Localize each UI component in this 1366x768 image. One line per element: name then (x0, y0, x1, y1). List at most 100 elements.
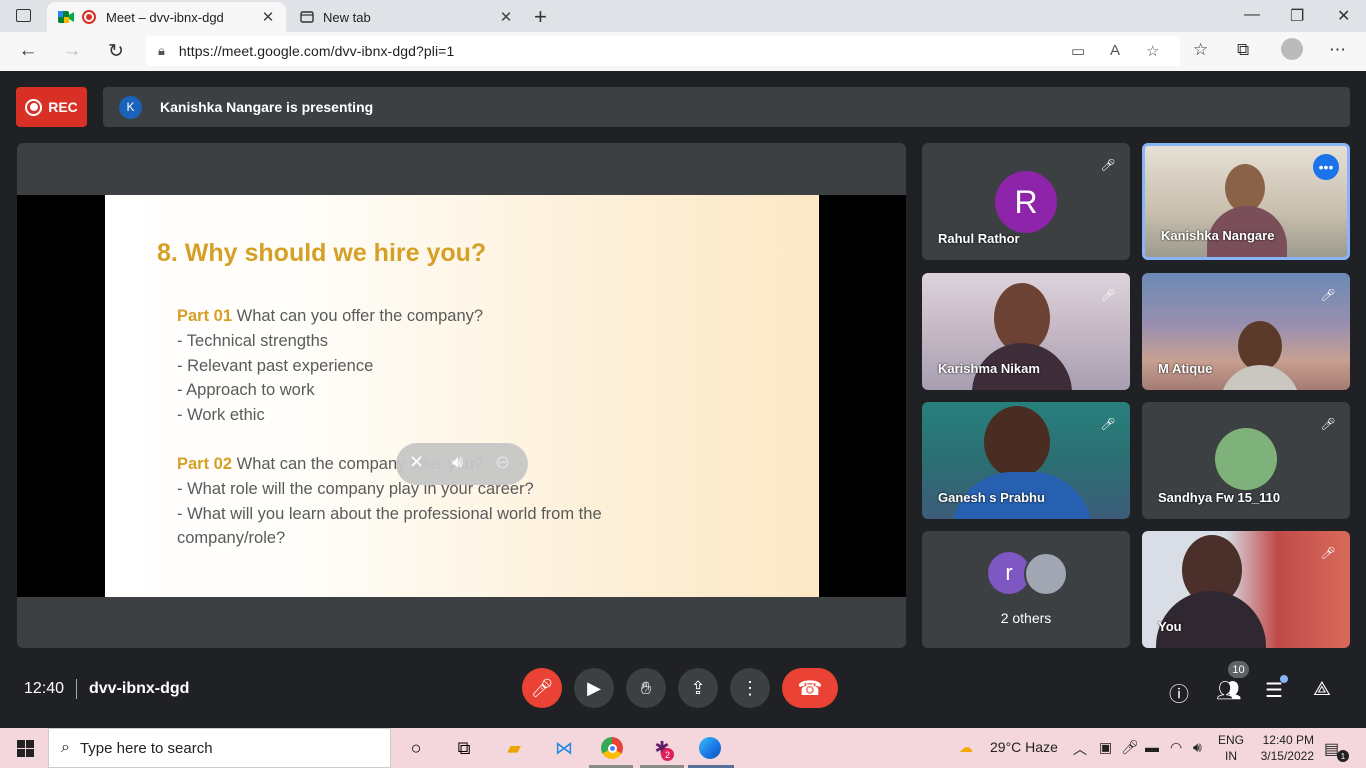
remove-icon[interactable]: ⊖ (495, 452, 510, 473)
recording-indicator-icon (82, 10, 96, 24)
read-aloud-icon[interactable]: A (1110, 42, 1120, 59)
participant-tile[interactable]: 🎤︎ Ganesh s Prabhu (922, 402, 1130, 519)
present-button[interactable]: ⇪ (678, 668, 718, 708)
clock-time: 12:40 PM (1262, 733, 1314, 747)
system-clock[interactable]: 12:40 PM 3/15/2022 (1254, 732, 1314, 764)
present-screen-icon: ⇪ (690, 677, 706, 698)
add-favorite-icon[interactable]: ☆ (1146, 42, 1159, 60)
language-indicator[interactable]: ENG IN (1218, 732, 1244, 764)
close-tab-icon[interactable]: ✕ (496, 8, 516, 26)
divider (76, 679, 77, 699)
cortana-icon[interactable]: ○ (404, 736, 428, 760)
participant-count-badge: 10 (1228, 661, 1249, 678)
weather-icon: ☁︎ (959, 739, 973, 755)
new-tab-button[interactable]: + (534, 4, 547, 30)
lock-icon: 🔒︎ (158, 43, 165, 58)
part2-item: - What will you learn about the professi… (177, 504, 602, 523)
tab-new-tab[interactable]: New tab ✕ (288, 2, 524, 32)
recording-badge[interactable]: REC (16, 87, 87, 127)
taskbar-search[interactable]: ⌕ Type here to search (48, 728, 391, 768)
volume-icon[interactable]: 🔊︎ (1193, 739, 1202, 756)
meeting-details-icon[interactable]: ⓘ (1169, 678, 1189, 707)
address-bar[interactable]: 🔒︎ https://meet.google.com/dvv-ibnx-dgd?… (146, 36, 1180, 66)
others-tile[interactable]: r 2 others (922, 531, 1130, 648)
mic-off-icon: 🎤︎ (1100, 417, 1116, 431)
favorites-icon[interactable]: ☆ (1193, 40, 1208, 60)
activities-icon[interactable]: ⟁ (1313, 678, 1331, 701)
weather-text[interactable]: 29°C Haze (990, 739, 1058, 755)
participant-tile[interactable]: 🎤︎ M Atique (1142, 273, 1350, 390)
chevron-up-icon[interactable]: ︿ (1073, 739, 1087, 759)
file-explorer-icon[interactable]: ▰ (502, 736, 526, 760)
windows-start-icon[interactable] (13, 736, 37, 760)
raise-hand-button[interactable]: ✋︎ (626, 668, 666, 708)
camera-in-use-icon[interactable]: ▭ (1071, 42, 1085, 60)
hand-icon: ✋︎ (640, 677, 652, 698)
participant-video (1238, 321, 1282, 371)
tab-actions-icon[interactable] (16, 9, 31, 22)
battery-icon[interactable]: ▬ (1145, 739, 1159, 755)
more-vert-icon: ⋮ (741, 677, 759, 698)
chrome-icon[interactable] (600, 736, 624, 760)
camera-toggle-button[interactable]: ▶ (574, 668, 614, 708)
participant-name: Ganesh s Prabhu (938, 490, 1045, 505)
mic-off-icon: 🎤︎ (1320, 417, 1336, 431)
part1-item: - Work ethic (177, 406, 265, 425)
notification-count: 1 (1337, 750, 1349, 762)
collections-icon[interactable]: ⧉ (1237, 40, 1249, 60)
meeting-code: dvv-ibnx-dgd (89, 680, 190, 697)
people-icon[interactable]: 👥︎ (1216, 678, 1241, 703)
tab-title: New tab (323, 9, 371, 25)
meet-favicon-icon (58, 9, 74, 25)
others-count: 2 others (1000, 610, 1052, 626)
microphone-icon[interactable]: 🎤︎ (1121, 739, 1139, 756)
task-view-icon[interactable]: ⧉ (452, 736, 476, 760)
forward-button[interactable]: → (60, 40, 84, 62)
unpin-icon[interactable]: ✕ (409, 452, 424, 473)
back-button[interactable]: ← (16, 40, 40, 62)
chat-notification-dot (1280, 675, 1288, 683)
participant-video (984, 406, 1050, 478)
windows-taskbar: ⌕ Type here to search ○ ⧉ ▰ ⋈ ✱ 2 ☁︎ 29°… (0, 728, 1366, 768)
edge-icon[interactable] (698, 736, 722, 760)
hangup-icon: ☎︎ (797, 677, 823, 700)
more-options-button[interactable]: ⋮ (730, 668, 770, 708)
participant-tile[interactable]: 🎤︎ Sandhya Fw 15_110 (1142, 402, 1350, 519)
part1-label: Part 01 (177, 307, 233, 325)
more-options-icon[interactable]: ••• (1313, 154, 1339, 180)
wifi-icon[interactable]: ◠ (1170, 739, 1182, 756)
tab-strip: Meet – dvv-ibnx-dgd ✕ New tab ✕ + — ❐ ✕ (0, 0, 1366, 32)
leave-call-button[interactable]: ☎︎ (782, 668, 838, 708)
webcam-icon[interactable]: ▣ (1099, 739, 1112, 756)
presentation-stage: 8. Why should we hire you? Part 01 What … (17, 143, 906, 648)
mic-off-icon: 🎤︎ (530, 677, 554, 698)
profile-avatar[interactable] (1281, 38, 1303, 60)
shared-slide: 8. Why should we hire you? Part 01 What … (105, 195, 819, 597)
close-window-icon[interactable]: ✕ (1337, 6, 1350, 26)
participant-name: Rahul Rathor (938, 231, 1020, 246)
mic-off-icon: 🎤︎ (1320, 546, 1336, 560)
volume-icon[interactable]: 🔊︎ (452, 452, 463, 473)
minimize-icon[interactable]: — (1244, 6, 1260, 24)
part1-item: - Technical strengths (177, 331, 329, 350)
part1-block: Part 01 What can you offer the company? … (177, 304, 483, 428)
reload-button[interactable]: ↻ (104, 40, 128, 63)
mic-toggle-button[interactable]: 🎤︎ (522, 668, 562, 708)
restore-icon[interactable]: ❐ (1290, 6, 1304, 26)
tab-meet[interactable]: Meet – dvv-ibnx-dgd ✕ (47, 2, 286, 32)
more-menu-icon[interactable]: ⋯ (1329, 40, 1346, 60)
vscode-icon[interactable]: ⋈ (552, 736, 576, 760)
participant-tile[interactable]: ••• Kanishka Nangare (1142, 143, 1350, 260)
avatar (1215, 428, 1277, 490)
participant-tile[interactable]: R 🎤︎ Rahul Rathor (922, 143, 1130, 260)
part1-question: What can you offer the company? (232, 307, 484, 325)
presentation-banner: K Kanishka Nangare is presenting (103, 87, 1350, 127)
participant-tile[interactable]: 🎤︎ You (1142, 531, 1350, 648)
new-tab-favicon-icon (299, 9, 315, 25)
close-tab-icon[interactable]: ✕ (258, 8, 278, 26)
part1-item: - Relevant past experience (177, 356, 374, 375)
part2-item: company/role? (177, 529, 286, 548)
meeting-time: 12:40 (24, 680, 65, 697)
participant-tile[interactable]: 🎤︎ Karishma Nikam (922, 273, 1130, 390)
presenter-avatar: K (119, 95, 142, 119)
